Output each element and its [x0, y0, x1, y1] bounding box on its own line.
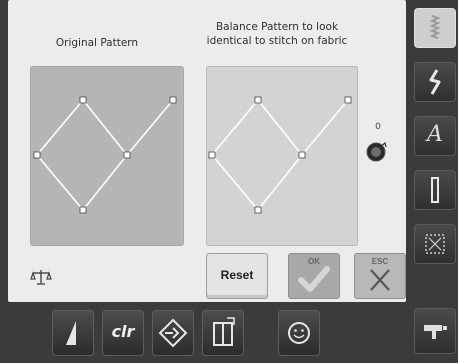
favorites-icon[interactable] — [278, 310, 320, 356]
close-icon — [370, 269, 390, 291]
original-pattern-title: Original Pattern — [55, 37, 139, 49]
alphabets-icon[interactable]: A — [414, 116, 456, 156]
sewing-machine-screen: Original Pattern Balance Pattern to look… — [0, 0, 458, 363]
setup-program-icon[interactable] — [414, 308, 456, 354]
balance-content-panel: Original Pattern Balance Pattern to look… — [8, 0, 406, 302]
balance-pattern-editor[interactable] — [206, 66, 358, 246]
original-stitch-diagram — [33, 96, 177, 214]
reset-button[interactable]: Reset — [206, 253, 268, 299]
clear-button[interactable]: clr — [102, 310, 144, 356]
quilt-stitches-icon[interactable] — [414, 224, 456, 264]
rotary-knob-icon[interactable] — [364, 138, 390, 164]
alphabet-a-icon: A — [427, 122, 443, 147]
decorative-stitches-icon[interactable] — [414, 62, 456, 102]
clear-label: clr — [111, 322, 135, 341]
checkmark-icon — [298, 266, 330, 292]
balance-value: 0 — [375, 122, 381, 132]
ok-button[interactable]: OK — [288, 253, 340, 299]
original-pattern-preview — [30, 66, 184, 246]
buttonholes-icon[interactable] — [414, 170, 456, 210]
pattern-begin-icon[interactable] — [202, 310, 244, 356]
balance-pattern-title: Balance Pattern to look identical to sti… — [206, 21, 348, 47]
reset-button-label: Reset — [220, 268, 254, 282]
needle-stop-icon[interactable] — [152, 310, 194, 356]
esc-button[interactable]: ESC — [354, 253, 406, 299]
sidebar: A — [410, 0, 458, 363]
balance-scale-icon — [30, 268, 52, 286]
balance-stitch-diagram — [208, 96, 352, 214]
stitch-width-icon[interactable] — [52, 310, 94, 356]
utility-stitches-icon[interactable] — [414, 8, 456, 48]
